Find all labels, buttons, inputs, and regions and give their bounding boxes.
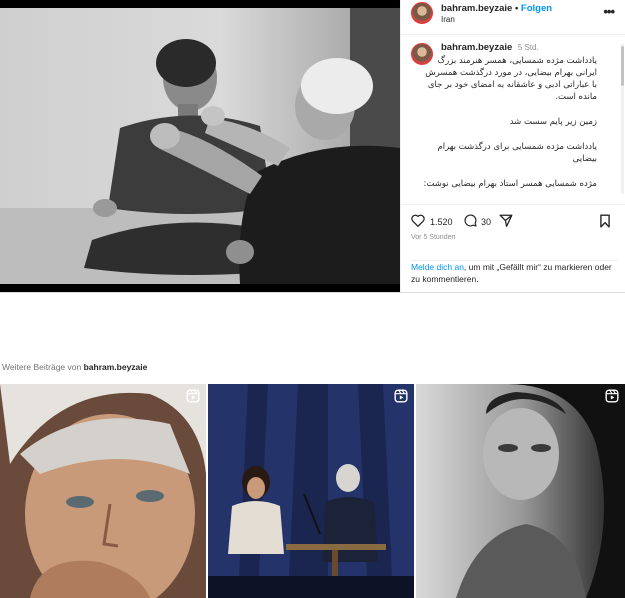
grid-post-3[interactable] [416, 384, 625, 598]
caption-paragraph: یادداشت مژده شمسایی، همسر هنرمند بزرگ ای… [425, 56, 597, 102]
post-author: bahram.beyzaie • Folgen [441, 3, 552, 14]
heart-icon[interactable] [411, 214, 425, 227]
caption-text: یادداشت مژده شمسایی، همسر هنرمند بزرگ ای… [423, 55, 597, 200]
caption-time[interactable]: 5 Std. [518, 43, 539, 52]
login-link[interactable]: Melde dich an [411, 262, 464, 272]
follow-button[interactable]: Folgen [521, 3, 552, 14]
reel-icon [394, 389, 408, 403]
more-posts-grid [0, 384, 625, 598]
post-image[interactable] [0, 0, 400, 292]
more-options-icon[interactable]: ••• [603, 4, 615, 19]
caption-paragraph: یادداشت مژده شمسایی برای درگذشت بهرام بی… [437, 142, 597, 164]
comment-count[interactable]: 30 [481, 217, 491, 227]
stage-thumbnail [208, 384, 414, 598]
post-header: bahram.beyzaie • Folgen Iran ••• [401, 0, 625, 35]
portrait-thumbnail [0, 384, 206, 598]
grid-post-2[interactable] [208, 384, 414, 598]
bookmark-icon[interactable] [599, 214, 611, 228]
caption-scrollbar[interactable] [621, 44, 624, 194]
like-count[interactable]: 1.520 [430, 217, 453, 227]
woman-thumbnail [416, 384, 625, 598]
post-sidebar: bahram.beyzaie • Folgen Iran ••• bahram.… [400, 0, 625, 292]
post-container: bahram.beyzaie • Folgen Iran ••• bahram.… [0, 0, 625, 293]
more-posts-heading: Weitere Beiträge von bahram.beyzaie [2, 362, 147, 372]
separator-dot: • [514, 3, 519, 14]
more-posts-username[interactable]: bahram.beyzaie [84, 362, 148, 372]
caption-paragraph: زمین زیر پایم سست شد [509, 117, 597, 127]
caption-paragraph: مژده شمسایی همسر استاد بهرام بیضایی نوشت… [423, 179, 597, 189]
caption-username[interactable]: bahram.beyzaie [441, 42, 512, 53]
username-link[interactable]: bahram.beyzaie [441, 3, 512, 14]
avatar[interactable] [411, 2, 433, 24]
login-prompt: Melde dich an, um mit „Gefällt mir“ zu m… [411, 260, 617, 285]
grid-post-1[interactable] [0, 384, 206, 598]
caption-area: bahram.beyzaie 5 Std. یادداشت مژده شمسای… [401, 35, 625, 200]
scrollbar-thumb[interactable] [621, 46, 624, 86]
reel-icon [605, 389, 619, 403]
post-timestamp[interactable]: Vor 5 Stunden [411, 234, 455, 241]
rehearsal-photo [0, 8, 400, 284]
share-icon[interactable] [499, 214, 513, 227]
location-link[interactable]: Iran [441, 15, 455, 24]
comment-icon[interactable] [464, 214, 477, 227]
more-posts-prefix: Weitere Beiträge von [2, 362, 82, 372]
caption-header: bahram.beyzaie 5 Std. [441, 42, 591, 53]
reel-icon [186, 389, 200, 403]
post-actions: 1.520 30 [401, 204, 625, 231]
